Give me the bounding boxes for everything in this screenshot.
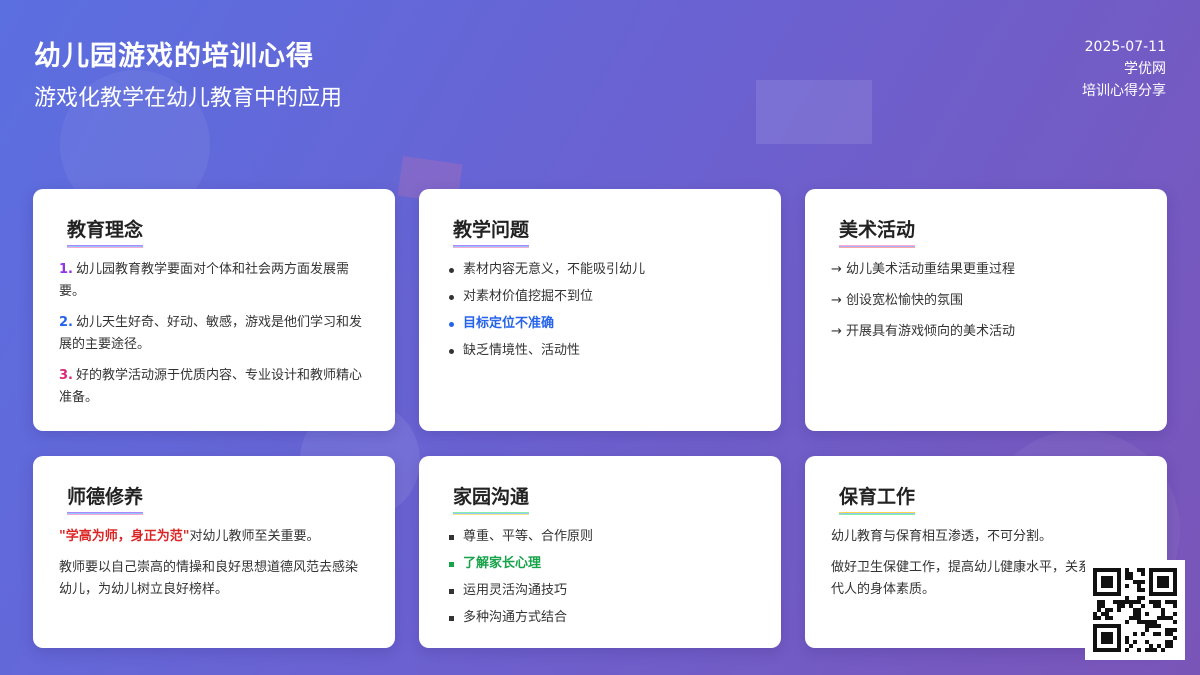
quote-paragraph: "学高为师，身正为范"对幼儿教师至关重要。 <box>59 526 369 548</box>
card-ethics: 师德修养 "学高为师，身正为范"对幼儿教师至关重要。 教师要以自己崇高的情操和良… <box>33 456 395 648</box>
list-item: → 幼儿美术活动重结果更重过程 <box>831 262 1016 277</box>
list-item-highlighted: 了解家长心理 <box>445 553 755 575</box>
list-item: 对素材价值挖掘不到位 <box>445 286 755 308</box>
qr-code-icon <box>1085 560 1185 660</box>
item-number: 3. <box>59 368 73 383</box>
card-title: 保育工作 <box>839 482 916 515</box>
item-text: 幼儿园教育教学要面对个体和社会两方面发展需要。 <box>59 262 349 299</box>
list-item: 尊重、平等、合作原则 <box>445 526 755 548</box>
list-item: → 开展具有游戏倾向的美术活动 <box>831 324 1016 339</box>
decor-rectangle <box>756 80 872 144</box>
list-item: 运用灵活沟通技巧 <box>445 580 755 602</box>
date-label: 2025-07-11 <box>1084 39 1166 55</box>
bullet-list: 尊重、平等、合作原则 了解家长心理 运用灵活沟通技巧 多种沟通方式结合 <box>445 526 755 629</box>
card-communication: 家园沟通 尊重、平等、合作原则 了解家长心理 运用灵活沟通技巧 多种沟通方式结合 <box>419 456 781 648</box>
list-item: 3. 好的教学活动源于优质内容、专业设计和教师精心准备。 <box>59 365 369 409</box>
category-label: 培训心得分享 <box>1082 83 1166 99</box>
item-number: 1. <box>59 262 73 277</box>
quote-text: "学高为师，身正为范" <box>59 529 190 544</box>
header-meta: 2025-07-11 学优网 培训心得分享 <box>1082 36 1166 102</box>
qr-code-graphic <box>1093 568 1177 652</box>
page-subtitle: 游戏化教学在幼儿教育中的应用 <box>34 86 343 111</box>
list-item-highlighted: 目标定位不准确 <box>445 313 755 335</box>
card-art: 美术活动 → 幼儿美术活动重结果更重过程 → 创设宽松愉快的氛围 → 开展具有游… <box>805 189 1167 431</box>
item-text: 好的教学活动源于优质内容、专业设计和教师精心准备。 <box>59 368 362 405</box>
paragraph: 教师要以自己崇高的情操和良好思想道德风范去感染幼儿，为幼儿树立良好榜样。 <box>59 560 359 597</box>
list-item: 多种沟通方式结合 <box>445 607 755 629</box>
card-problems: 教学问题 素材内容无意义，不能吸引幼儿 对素材价值挖掘不到位 目标定位不准确 缺… <box>419 189 781 431</box>
arrow-list: → 幼儿美术活动重结果更重过程 → 创设宽松愉快的氛围 → 开展具有游戏倾向的美… <box>831 259 1141 343</box>
site-label: 学优网 <box>1124 61 1166 77</box>
list-item: → 创设宽松愉快的氛围 <box>831 293 964 308</box>
list-item: 2. 幼儿天生好奇、好动、敏感，游戏是他们学习和发展的主要途径。 <box>59 312 369 356</box>
page-title: 幼儿园游戏的培训心得 <box>34 41 314 72</box>
list-item: 缺乏情境性、活动性 <box>445 340 755 362</box>
card-title: 教育理念 <box>67 215 144 248</box>
paragraph: 幼儿教育与保育相互渗透，不可分割。 <box>831 529 1053 544</box>
item-number: 2. <box>59 315 73 330</box>
list-item: 1. 幼儿园教育教学要面对个体和社会两方面发展需要。 <box>59 259 369 303</box>
card-title: 师德修养 <box>67 482 144 515</box>
card-title: 家园沟通 <box>453 482 530 515</box>
card-title: 美术活动 <box>839 215 916 248</box>
quote-rest: 对幼儿教师至关重要。 <box>189 529 320 544</box>
list-item: 素材内容无意义，不能吸引幼儿 <box>445 259 755 281</box>
card-philosophy: 教育理念 1. 幼儿园教育教学要面对个体和社会两方面发展需要。 2. 幼儿天生好奇、… <box>33 189 395 431</box>
bullet-list: 素材内容无意义，不能吸引幼儿 对素材价值挖掘不到位 目标定位不准确 缺乏情境性、… <box>445 259 755 362</box>
item-text: 幼儿天生好奇、好动、敏感，游戏是他们学习和发展的主要途径。 <box>59 315 362 352</box>
card-title: 教学问题 <box>453 215 530 248</box>
